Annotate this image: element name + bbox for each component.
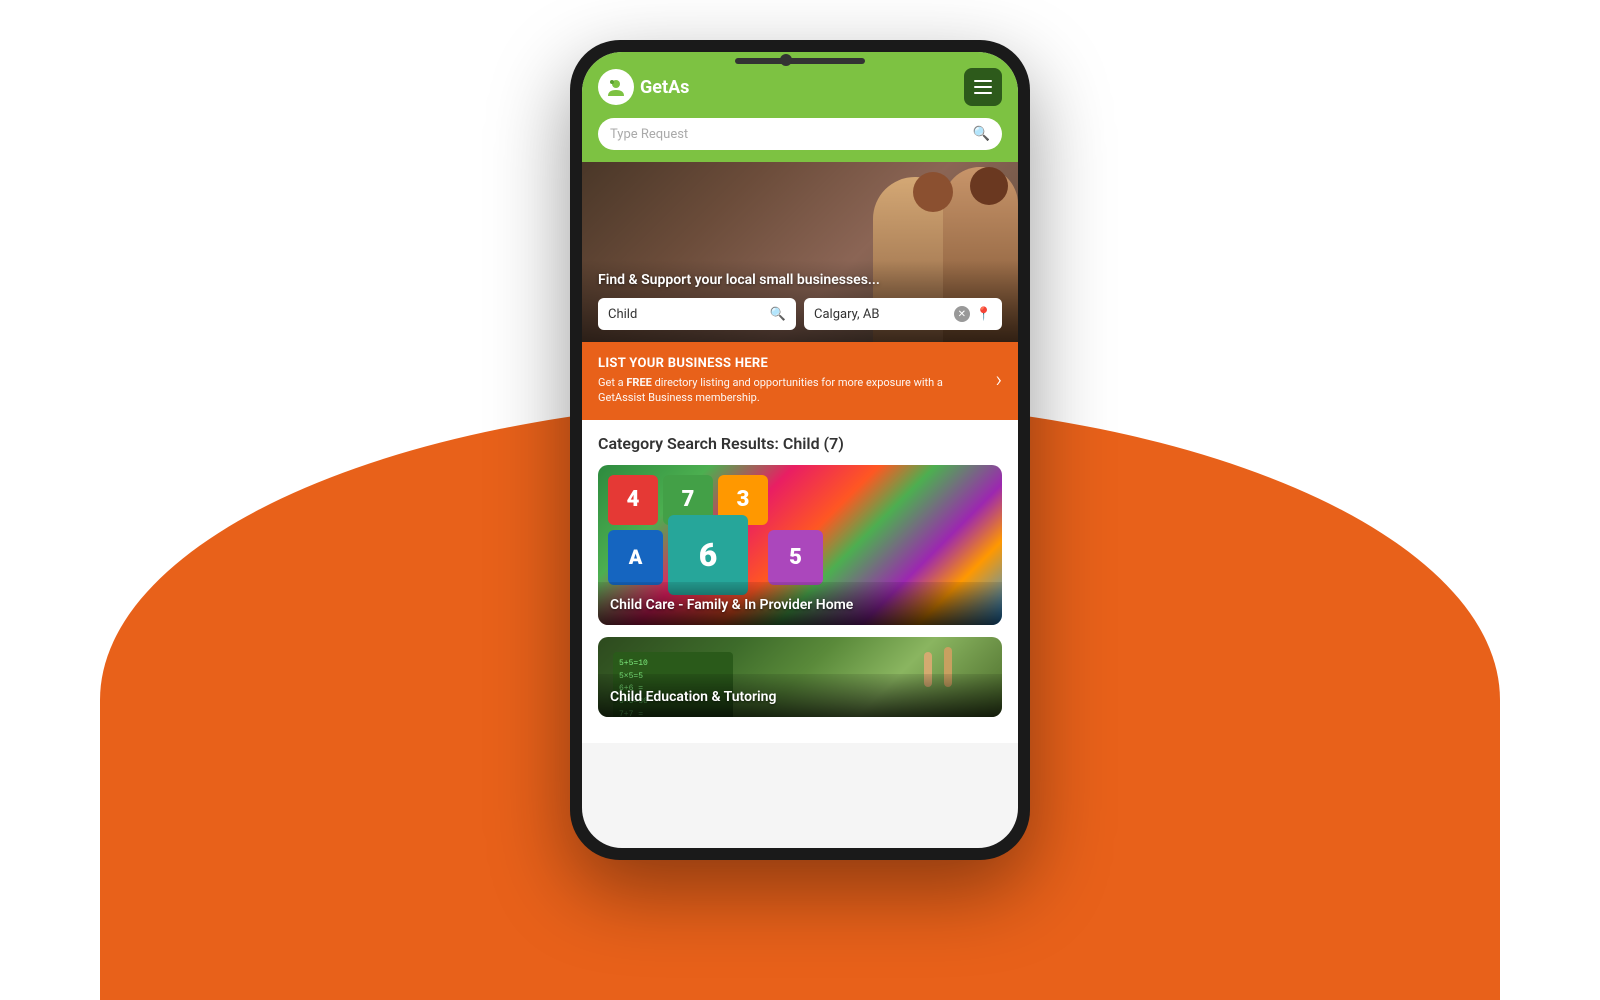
results-title: Category Search Results: Child (7) [598,434,1002,453]
hamburger-icon [974,80,992,94]
foam-piece-4: A [608,530,663,585]
hero-overlay: Find & Support your local small business… [582,260,1018,342]
search-icon: 🔍 [973,126,990,142]
results-section: Category Search Results: Child (7) 4 7 3… [582,420,1018,743]
category-card-1[interactable]: 5+5=105×5=56+6 =6×6=367+7 =7×7= Child Ed… [598,637,1002,717]
banner-description: Get a FREE directory listing and opportu… [598,375,987,406]
banner-arrow-icon: › [995,368,1002,393]
location-pin-icon: 📍 [976,307,992,322]
menu-button[interactable] [964,68,1002,106]
business-listing-banner[interactable]: LIST YOUR BUSINESS HERE Get a FREE direc… [582,342,1018,420]
person-head-2 [970,167,1008,205]
hero-section: Find & Support your local small business… [582,162,1018,342]
logo-text: GetAs [640,77,689,98]
keyword-search-field[interactable]: Child 🔍 [598,298,796,330]
keyword-value: Child [608,307,764,322]
scroll-content[interactable]: Find & Support your local small business… [582,162,1018,848]
foam-piece-6: 5 [768,530,823,585]
foam-piece-1: 4 [608,475,658,525]
getassist-logo-svg [605,76,627,98]
card-overlay-0: Child Care - Family & In Provider Home [598,582,1002,625]
card-label-1: Child Education & Tutoring [610,689,776,705]
header-search-bar: Type Request 🔍 [582,118,1018,162]
search-fields-row: Child 🔍 Calgary, AB ✕ 📍 [598,298,1002,330]
card-label-0: Child Care - Family & In Provider Home [610,597,853,613]
keyword-search-icon: 🔍 [770,307,786,322]
logo-icon [598,69,634,105]
banner-text-area: LIST YOUR BUSINESS HERE Get a FREE direc… [598,356,987,406]
free-label: FREE [626,376,651,389]
phone-notch [735,58,865,64]
search-input-wrapper[interactable]: Type Request 🔍 [598,118,1002,150]
clear-location-button[interactable]: ✕ [954,306,970,322]
phone-screen: GetAs Type Request 🔍 [582,52,1018,848]
person-head-1 [913,172,953,212]
phone-camera [780,54,792,66]
location-value: Calgary, AB [814,307,948,322]
logo-area: GetAs [598,69,689,105]
location-search-field[interactable]: Calgary, AB ✕ 📍 [804,298,1002,330]
phone-frame: GetAs Type Request 🔍 [570,40,1030,860]
card-overlay-1: Child Education & Tutoring [598,674,1002,717]
hero-tagline: Find & Support your local small business… [598,272,1002,288]
search-placeholder: Type Request [610,127,965,142]
banner-title: LIST YOUR BUSINESS HERE [598,356,987,371]
category-card-0[interactable]: 4 7 3 A 6 5 Child Care - Family & In Pro… [598,465,1002,625]
